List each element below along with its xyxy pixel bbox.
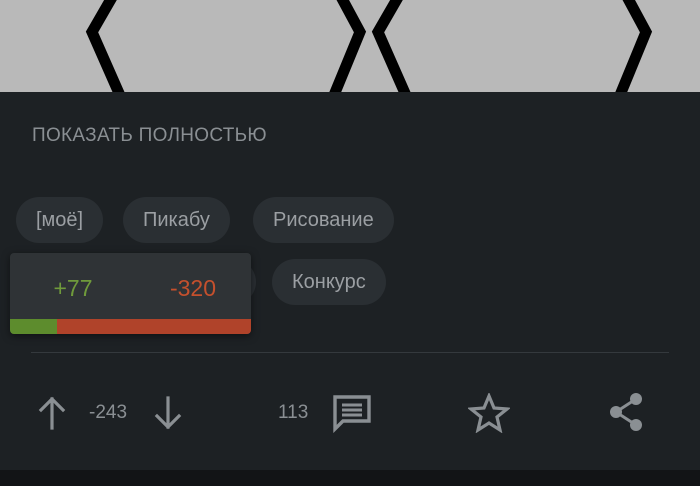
share-button[interactable] [604, 390, 648, 434]
bottom-edge [0, 470, 700, 486]
divider [31, 352, 669, 353]
upvote-button[interactable] [36, 394, 68, 432]
comments-count: 113 [278, 402, 309, 423]
hexagon-pattern [85, 0, 653, 92]
downvote-button[interactable] [152, 394, 184, 432]
comment-icon [333, 395, 371, 433]
rating-count: -243 [89, 402, 128, 423]
pluses-count: +77 [53, 275, 93, 301]
star-icon [468, 393, 510, 433]
comments-button[interactable] [329, 392, 375, 434]
minuses-bar [57, 319, 251, 334]
pluses-bar [10, 319, 57, 334]
tag-risovanie[interactable]: Рисование [253, 197, 394, 243]
tag-konkurs[interactable]: Конкурс [272, 259, 386, 305]
arrow-down-icon [154, 396, 182, 430]
tag-moe[interactable]: [моё] [16, 197, 104, 243]
minuses-count: -320 [169, 275, 217, 301]
post-image[interactable] [0, 0, 700, 92]
arrow-up-icon [38, 396, 66, 430]
save-button[interactable] [466, 391, 512, 435]
show-more-button[interactable]: ПОКАЗАТЬ ПОЛНОСТЬЮ [32, 125, 267, 147]
tag-pikabu[interactable]: Пикабу [123, 197, 230, 243]
share-icon [610, 393, 642, 431]
rating-popup: +77 -320 [10, 253, 251, 334]
